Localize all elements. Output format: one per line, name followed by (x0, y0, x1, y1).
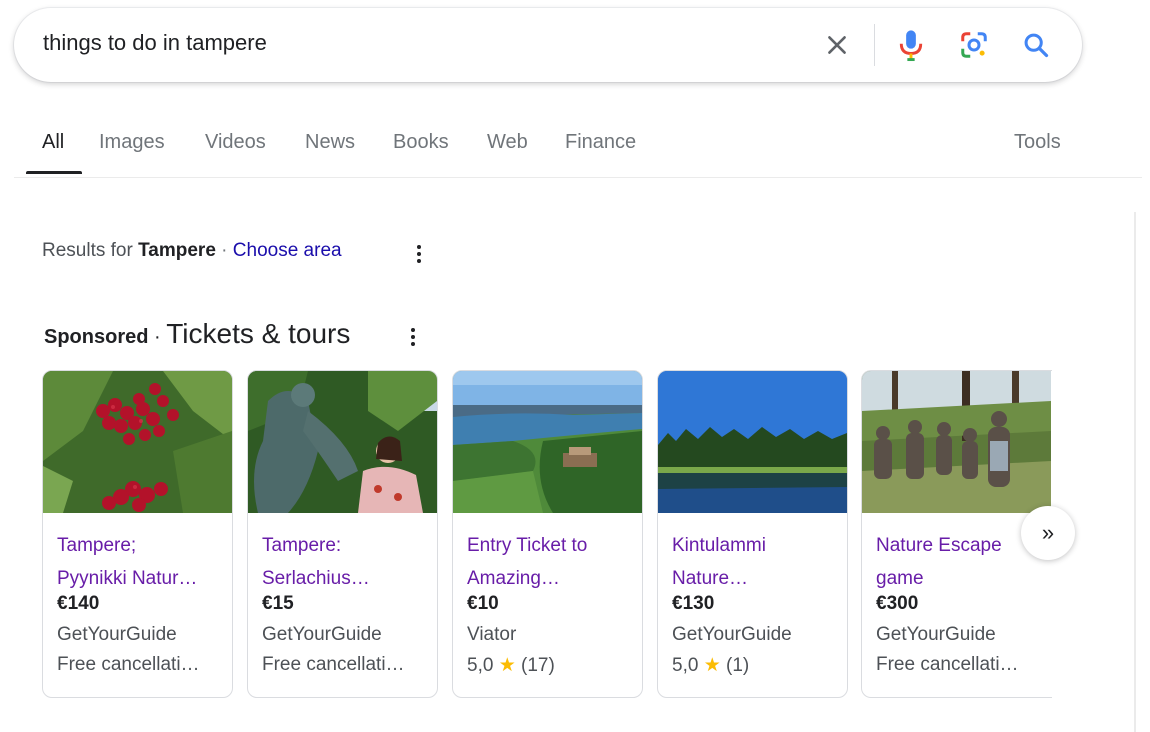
tab-all[interactable]: All (42, 131, 64, 154)
ticket-card[interactable]: Entry Ticket to Amazing… €10 Viator 5,0 … (452, 370, 643, 698)
review-count: (1) (726, 655, 750, 676)
card-title-line: Amazing… (467, 568, 560, 589)
review-count: (17) (521, 655, 555, 676)
card-title-line: Nature… (672, 568, 749, 589)
tickets-tours-header: Sponsored · Tickets & tours (44, 318, 350, 350)
sponsored-separator: · (148, 326, 167, 348)
card-vendor: GetYourGuide (876, 624, 996, 645)
card-title-line: Kintulammi (672, 535, 766, 556)
ticket-card[interactable]: Kintulammi Nature… €130 GetYourGuide 5,0… (657, 370, 848, 698)
search-tabs: All Images Videos News Books Web Finance… (0, 126, 1150, 178)
ticket-card[interactable]: Tampere; Pyynikki Natur… €140 GetYourGui… (42, 370, 233, 698)
results-place: Tampere (138, 240, 216, 261)
card-price: €130 (672, 593, 715, 614)
card-title-line: Tampere: (262, 535, 342, 556)
tools-button[interactable]: Tools (1014, 131, 1061, 154)
sponsored-options-icon[interactable] (408, 326, 418, 348)
card-cancellation: Free cancellati… (876, 654, 1019, 675)
microphone-icon[interactable] (894, 28, 928, 62)
results-location: Results for Tampere · Choose area (42, 240, 342, 262)
tab-images[interactable]: Images (99, 131, 165, 154)
choose-area-link[interactable]: Choose area (233, 240, 342, 261)
tab-news[interactable]: News (305, 131, 355, 154)
card-title[interactable]: Kintulammi Nature… (672, 529, 840, 595)
card-vendor: GetYourGuide (262, 624, 382, 645)
card-cancellation: Free cancellati… (262, 654, 405, 675)
card-title[interactable]: Entry Ticket to Amazing… (467, 529, 635, 595)
active-tab-indicator (26, 171, 82, 174)
carousel-next-button[interactable]: » (1021, 506, 1075, 560)
results-for-prefix: Results for (42, 240, 139, 261)
card-title-line: Tampere; (57, 535, 137, 556)
card-title-line: Serlachius… (262, 568, 370, 589)
tab-finance[interactable]: Finance (565, 131, 636, 154)
sponsored-label: Sponsored (44, 326, 149, 348)
ticket-card[interactable]: Tampere: Serlachius… €15 GetYourGuide Fr… (247, 370, 438, 698)
card-vendor: GetYourGuide (672, 624, 792, 645)
card-title[interactable]: Tampere: Serlachius… (262, 529, 430, 595)
card-title-line: Pyynikki Natur… (57, 568, 198, 589)
card-title-line: game (876, 568, 924, 589)
card-title-line: Nature Escape (876, 535, 1002, 556)
results-separator: · (215, 240, 233, 261)
card-rating: 5,0 ★ (17) (467, 654, 635, 677)
card-price: €10 (467, 593, 499, 614)
card-vendor: GetYourGuide (57, 624, 177, 645)
card-image-statue (248, 371, 437, 513)
card-image-lake-aerial (453, 371, 642, 513)
rating-value: 5,0 (467, 655, 494, 676)
card-rating: 5,0 ★ (1) (672, 654, 840, 677)
card-title[interactable]: Nature Escape game (876, 529, 1044, 595)
google-lens-icon[interactable] (957, 28, 991, 62)
card-vendor: Viator (467, 624, 517, 645)
card-price: €140 (57, 593, 100, 614)
card-image-forest-group (862, 371, 1051, 513)
tabs-divider (14, 177, 1142, 178)
star-icon: ★ (498, 655, 516, 676)
tab-videos[interactable]: Videos (205, 131, 266, 154)
card-cancellation: Free cancellati… (57, 654, 200, 675)
card-image-forest-lake (658, 371, 847, 513)
clear-icon[interactable] (820, 28, 854, 62)
star-icon: ★ (703, 655, 721, 676)
card-image-rowan-berries (43, 371, 232, 513)
search-input[interactable]: things to do in tampere (43, 30, 267, 56)
tab-web[interactable]: Web (487, 131, 528, 154)
tickets-tours-title: Tickets & tours (166, 318, 351, 349)
card-price: €15 (262, 593, 294, 614)
search-divider (874, 24, 875, 66)
rating-value: 5,0 (672, 655, 699, 676)
card-title[interactable]: Tampere; Pyynikki Natur… (57, 529, 225, 595)
tab-books[interactable]: Books (393, 131, 449, 154)
search-bar[interactable]: things to do in tampere (14, 8, 1082, 82)
tickets-carousel: Tampere; Pyynikki Natur… €140 GetYourGui… (42, 370, 1052, 700)
card-title-line: Entry Ticket to (467, 535, 588, 556)
card-price: €300 (876, 593, 919, 614)
right-column-divider (1134, 212, 1136, 732)
search-icon[interactable] (1019, 28, 1053, 62)
more-options-icon[interactable] (414, 243, 424, 265)
